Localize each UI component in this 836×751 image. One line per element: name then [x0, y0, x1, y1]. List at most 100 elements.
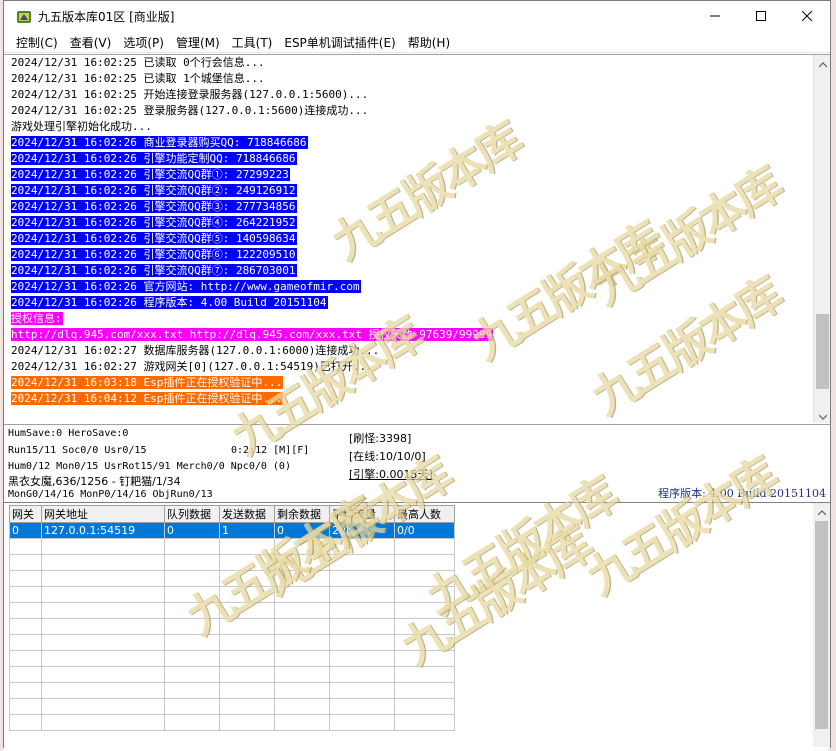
log-line: 2024/12/31 16:02:25 开始连接登录服务器(127.0.0.1:… [11, 87, 811, 103]
log-text: 2024/12/31 16:02:26 引擎功能定制QQ: 718846686 [11, 152, 297, 165]
empty-cell [219, 682, 275, 699]
empty-cell [329, 650, 395, 667]
empty-cell [329, 714, 395, 731]
scroll-up-button[interactable] [814, 55, 830, 72]
log-text: 2024/12/31 16:02:25 登录服务器(127.0.0.1:5600… [11, 104, 369, 117]
empty-cell [164, 714, 220, 731]
menu-manage[interactable]: 管理(M) [170, 34, 226, 51]
table-cell: 0 [164, 522, 220, 539]
empty-cell [9, 682, 42, 699]
chevron-up-icon [817, 505, 826, 519]
window-title: 九五版本库01区 [商业版] [38, 10, 175, 24]
title-bar[interactable]: 九五版本库01区 [商业版] [4, 1, 830, 32]
log-text: 2024/12/31 16:02:26 程序版本: 4.00 Build 201… [11, 296, 328, 309]
column-header[interactable]: 网关地址 [41, 505, 165, 523]
empty-cell [274, 634, 330, 651]
grid-scroll-up-button[interactable] [813, 503, 830, 520]
log-text: 2024/12/31 16:02:26 商业登录器购买QQ: 718846686 [11, 136, 308, 149]
empty-cell [219, 650, 275, 667]
scroll-thumb[interactable] [816, 314, 829, 389]
empty-cell [41, 570, 165, 587]
chevron-down-icon [818, 409, 827, 423]
empty-cell [274, 682, 330, 699]
log-text: 2024/12/31 16:02:26 引擎交流QQ群⑦: 286703001 [11, 264, 297, 277]
menu-control[interactable]: 控制(C) [10, 34, 64, 51]
status-monster: 黑衣女魔,636/1256 - 钉耙猫/1/34 [8, 475, 181, 488]
menu-view[interactable]: 查看(V) [64, 34, 118, 51]
menu-esp-plugin[interactable]: ESP单机调试插件(E) [278, 34, 401, 51]
empty-cell [9, 650, 42, 667]
empty-cell [329, 570, 395, 587]
empty-cell [164, 666, 220, 683]
menu-help[interactable]: 帮助(H) [402, 34, 456, 51]
empty-cell [41, 698, 165, 715]
empty-cell [41, 554, 165, 571]
status-run: Run15/11 Soc0/0 Usr0/15 [8, 445, 147, 456]
log-text: 2024/12/31 16:02:25 已读取 1个城堡信息... [11, 72, 265, 85]
empty-cell [274, 698, 330, 715]
empty-cell [9, 586, 42, 603]
empty-cell [394, 698, 455, 715]
empty-cell [329, 618, 395, 635]
close-button[interactable] [784, 1, 830, 32]
empty-cell [9, 538, 42, 555]
log-text: 授权信息: [11, 312, 63, 325]
empty-cell [41, 682, 165, 699]
empty-row [9, 666, 455, 683]
column-header[interactable]: 网关 [9, 505, 42, 523]
empty-cell [219, 634, 275, 651]
empty-row [9, 650, 455, 667]
log-line: 2024/12/31 16:02:25 已读取 0个行会信息... [11, 55, 811, 71]
log-line: 2024/12/31 16:02:26 商业登录器购买QQ: 718846686 [11, 135, 811, 151]
log-text: 2024/12/31 16:02:26 引擎交流QQ群⑤: 140598634 [11, 232, 297, 245]
column-header[interactable]: 队列数据 [164, 505, 220, 523]
empty-cell [41, 618, 165, 635]
empty-cell [329, 666, 395, 683]
empty-cell [329, 586, 395, 603]
empty-row [9, 698, 455, 715]
log-line: 2024/12/31 16:04:12 Esp插件正在授权验证中... [11, 391, 811, 407]
empty-cell [9, 554, 42, 571]
empty-cell [41, 666, 165, 683]
empty-cell [41, 602, 165, 619]
log-scrollbar[interactable] [813, 55, 830, 423]
empty-cell [394, 682, 455, 699]
maximize-button[interactable] [738, 1, 784, 32]
empty-cell [164, 650, 220, 667]
empty-cell [329, 602, 395, 619]
empty-cell [329, 698, 395, 715]
log-text: 2024/12/31 16:03:18 Esp插件正在授权验证中... [11, 376, 284, 389]
empty-cell [41, 586, 165, 603]
menu-options[interactable]: 选项(P) [117, 34, 170, 51]
chevron-up-icon [818, 57, 827, 71]
empty-cell [9, 602, 42, 619]
log-text: 2024/12/31 16:02:26 官方网站: http://www.gam… [11, 280, 361, 293]
table-cell: 0 [9, 522, 42, 539]
log-text: 2024/12/31 16:02:26 引擎交流QQ群①: 27299223 [11, 168, 290, 181]
empty-cell [164, 538, 220, 555]
empty-cell [9, 714, 42, 731]
status-mon-group: MonG0/14/16 MonP0/14/16 ObjRun0/13 [8, 489, 213, 500]
log-text: 2024/12/31 16:02:25 开始连接登录服务器(127.0.0.1:… [11, 88, 369, 101]
empty-cell [274, 714, 330, 731]
grid-scroll-thumb[interactable] [815, 521, 828, 729]
maximize-icon [756, 10, 766, 24]
grid-scrollbar[interactable] [813, 503, 830, 747]
log-text: 2024/12/31 16:02:26 引擎交流QQ群⑥: 122209510 [11, 248, 297, 261]
log-text: 2024/12/31 16:02:25 已读取 0个行会信息... [11, 56, 265, 69]
empty-cell [9, 698, 42, 715]
empty-row [9, 714, 455, 731]
empty-cell [274, 666, 330, 683]
column-header[interactable]: 发送数据 [219, 505, 275, 523]
app-icon [16, 9, 32, 25]
empty-cell [219, 666, 275, 683]
close-icon [801, 10, 813, 24]
menu-tools[interactable]: 工具(T) [226, 34, 279, 51]
status-save: HumSave:0 HeroSave:0 [8, 428, 129, 439]
empty-cell [41, 634, 165, 651]
minimize-button[interactable] [692, 1, 738, 32]
log-text: 2024/12/31 16:02:26 引擎交流QQ群③: 277734856 [11, 200, 297, 213]
empty-cell [9, 618, 42, 635]
menu-bar: 控制(C) 查看(V) 选项(P) 管理(M) 工具(T) ESP单机调试插件(… [4, 32, 830, 53]
scroll-down-button[interactable] [814, 407, 830, 423]
